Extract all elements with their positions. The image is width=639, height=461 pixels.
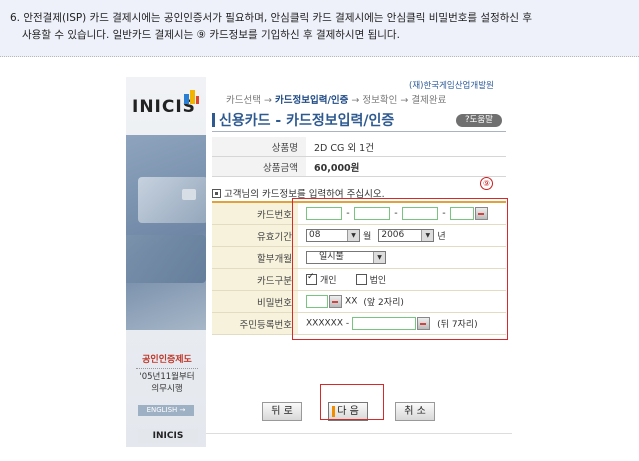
card-image xyxy=(138,177,206,223)
step-card-info: 카드정보입력/인증 xyxy=(275,95,349,106)
credit-card-illustration xyxy=(126,135,206,330)
card-number-label: 카드번호 xyxy=(212,203,298,225)
instruction-line-2: 사용할 수 있습니다. 일반카드 결제시는 ⑨ 카드정보를 기입하신 후 결제하… xyxy=(22,29,400,41)
product-name-value: 2D CG 외 1건 xyxy=(306,137,506,157)
password-label: 비밀번호 xyxy=(212,290,298,313)
step-arrow: → xyxy=(264,95,272,106)
highlight-box-form xyxy=(292,198,508,340)
step-indicator: 카드선택 → 카드정보입력/인증 → 정보확인 → 결제완료 xyxy=(226,92,446,106)
button-bar: 뒤 로 다 음 취 소 xyxy=(126,395,512,425)
inicis-logo-bottom: INICIS xyxy=(138,429,198,443)
step-confirm: 정보확인 xyxy=(362,95,398,106)
instruction-line-1: 6. 안전결제(ISP) 카드 결제시에는 공인인증서가 필요하며, 안심클릭 … xyxy=(10,12,533,24)
product-table: 상품명 2D CG 외 1건 상품금액 60,000원 xyxy=(212,137,506,177)
instruction-banner: 6. 안전결제(ISP) 카드 결제시에는 공인인증서가 필요하며, 안심클릭 … xyxy=(0,0,639,57)
rrn-label: 주민등록번호 xyxy=(212,312,298,335)
cert-line-1: '05년11월부터 xyxy=(139,372,195,382)
page-title: 신용카드 - 카드정보입력/인증 xyxy=(212,110,394,130)
dotted-divider xyxy=(0,56,639,57)
cert-title: 공인인증제도 xyxy=(136,354,198,369)
highlight-box-next xyxy=(320,384,384,420)
product-price-value: 60,000원 xyxy=(306,156,506,177)
cert-line-2: 의무시행 xyxy=(151,384,183,394)
bottom-divider xyxy=(206,433,512,434)
card-type-label: 카드구분 xyxy=(212,268,298,291)
cancel-button[interactable]: 취 소 xyxy=(395,402,435,421)
page-title-text: 신용카드 - 카드정보입력/인증 xyxy=(219,113,395,129)
step-select-card: 카드선택 xyxy=(226,95,261,106)
table-row: 상품명 2D CG 외 1건 xyxy=(212,137,506,157)
title-divider xyxy=(212,131,506,132)
back-button[interactable]: 뒤 로 xyxy=(262,402,302,421)
callout-9-badge: ⑨ xyxy=(480,177,493,190)
step-arrow: → xyxy=(400,95,409,106)
left-panel: INICIS 공인인증제도 '05년11월부터 의무시행 ENGLISH → I… xyxy=(126,77,206,447)
product-name-label: 상품명 xyxy=(212,137,306,157)
logo-mark-icon xyxy=(184,90,199,104)
expiry-label: 유효기간 xyxy=(212,224,298,247)
installment-label: 할부개월 xyxy=(212,246,298,269)
card-image xyxy=(126,235,206,283)
organization-name: (재)한국게임산업개발원 xyxy=(409,81,494,91)
bullet-icon xyxy=(212,189,221,198)
table-row: 상품금액 60,000원 xyxy=(212,156,506,177)
step-arrow: → xyxy=(351,95,360,106)
help-button[interactable]: ?도움말 xyxy=(456,114,502,127)
product-price-label: 상품금액 xyxy=(212,156,306,177)
step-complete: 결제완료 xyxy=(411,95,447,106)
payment-window: INICIS 공인인증제도 '05년11월부터 의무시행 ENGLISH → I… xyxy=(126,77,512,447)
